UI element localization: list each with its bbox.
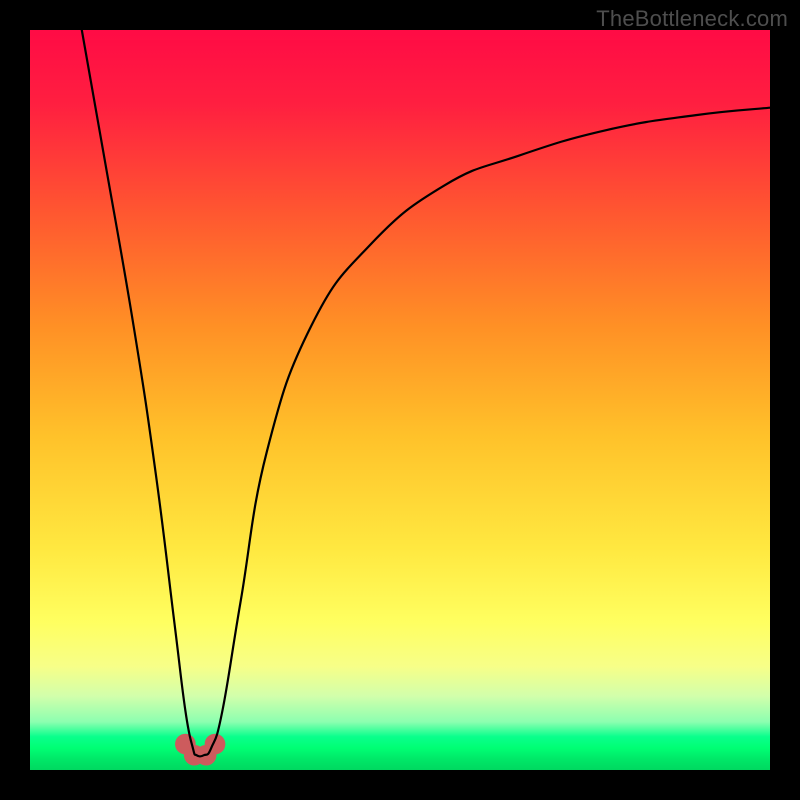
notch-markers xyxy=(175,734,225,766)
watermark-text: TheBottleneck.com xyxy=(596,6,788,32)
chart-svg xyxy=(30,30,770,770)
notch-marker xyxy=(205,734,226,755)
bottleneck-curve xyxy=(82,30,770,756)
plot-frame xyxy=(30,30,770,770)
